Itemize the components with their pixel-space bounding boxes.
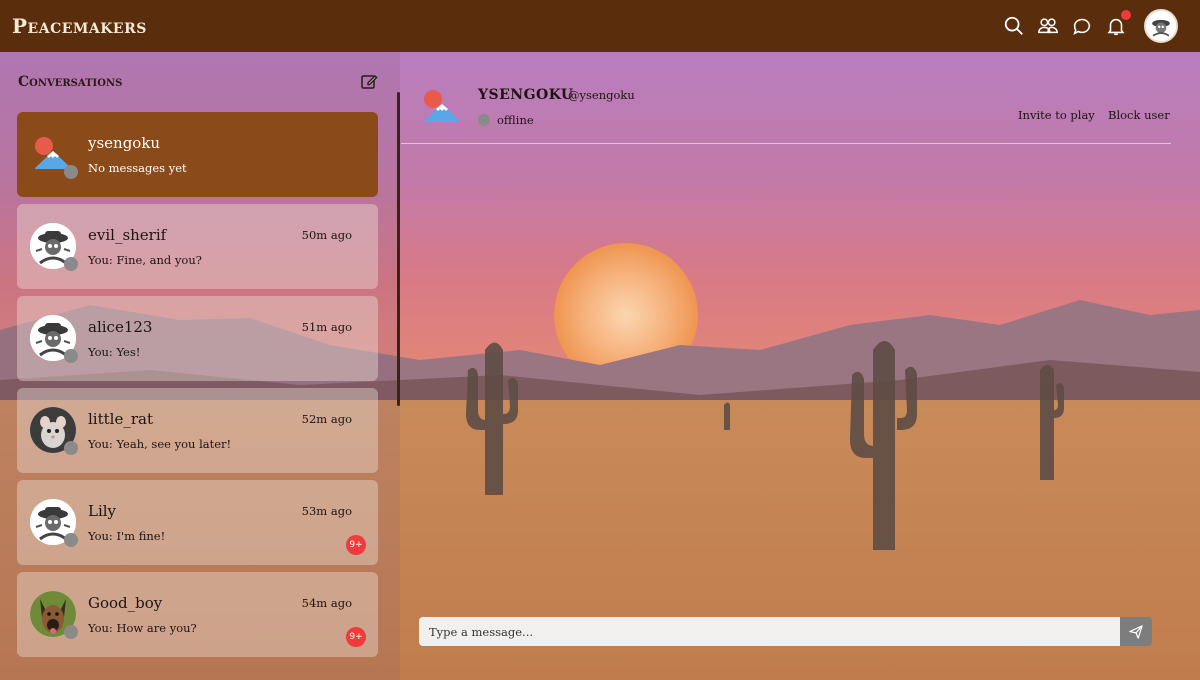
conversation-item[interactable]: Lily 53m ago You: I'm fine! 9+ — [17, 480, 378, 565]
offline-status-dot — [64, 165, 78, 179]
conversation-time: 52m ago — [301, 412, 352, 426]
offline-status-dot — [64, 257, 78, 271]
conversation-item[interactable]: evil_sherif 50m ago You: Fine, and you? — [17, 204, 378, 289]
conversation-name: ysengoku — [88, 134, 161, 152]
avatar — [30, 499, 78, 547]
message-input[interactable] — [419, 617, 1120, 646]
search-icon[interactable] — [1002, 14, 1026, 38]
chat-icon[interactable] — [1070, 14, 1094, 38]
chat-contact-handle: @ysengoku — [568, 88, 635, 102]
block-user-button[interactable]: Block user — [1108, 108, 1170, 122]
conversation-preview: You: Fine, and you? — [88, 253, 202, 267]
conversation-name: alice123 — [88, 318, 153, 336]
conversation-time: 50m ago — [301, 228, 352, 242]
conversation-preview: You: Yes! — [88, 345, 141, 359]
nav-icons — [1002, 9, 1178, 43]
conversation-item[interactable]: alice123 51m ago You: Yes! — [17, 296, 378, 381]
compose-icon[interactable] — [360, 73, 378, 91]
avatar — [30, 131, 78, 179]
chat-contact-status: offline — [497, 113, 534, 127]
notification-badge — [1121, 10, 1131, 20]
send-button[interactable] — [1120, 617, 1152, 646]
top-navbar: Peacemakers — [0, 0, 1200, 52]
user-avatar[interactable] — [1144, 9, 1178, 43]
conversation-name: little_rat — [88, 410, 153, 428]
sidebar-header: Conversations — [17, 70, 378, 94]
app-brand[interactable]: Peacemakers — [12, 14, 147, 38]
conversation-preview: No messages yet — [88, 161, 187, 175]
conversation-item[interactable]: Good_boy 54m ago You: How are you? 9+ — [17, 572, 378, 657]
conversation-name: evil_sherif — [88, 226, 167, 244]
send-icon — [1129, 624, 1143, 639]
conversation-item[interactable]: little_rat 52m ago You: Yeah, see you la… — [17, 388, 378, 473]
conversations-sidebar: Conversations ysengoku No messages yet e… — [0, 52, 400, 680]
sidebar-title: Conversations — [18, 74, 123, 90]
mount-fuji-icon — [423, 90, 461, 122]
conversation-preview: You: How are you? — [88, 621, 197, 635]
friends-icon[interactable] — [1036, 14, 1060, 38]
conversation-preview: You: I'm fine! — [88, 529, 166, 543]
sidebar-scrollbar[interactable] — [397, 92, 400, 406]
bell-icon[interactable] — [1104, 10, 1131, 38]
avatar — [30, 315, 78, 363]
offline-status-dot — [64, 625, 78, 639]
conversation-name: Lily — [88, 502, 117, 520]
conversation-time: 51m ago — [301, 320, 352, 334]
chat-contact-name: YSENGOKU — [478, 87, 574, 103]
offline-status-dot — [64, 349, 78, 363]
offline-status-dot — [64, 441, 78, 455]
invite-to-play-button[interactable]: Invite to play — [1018, 108, 1095, 122]
unread-badge: 9+ — [346, 627, 366, 647]
avatar — [30, 591, 78, 639]
offline-status-dot — [64, 533, 78, 547]
chat-avatar[interactable] — [421, 87, 463, 129]
avatar — [30, 407, 78, 455]
conversation-item[interactable]: ysengoku No messages yet — [17, 112, 378, 197]
conversation-time: 53m ago — [301, 504, 352, 518]
offline-status-dot — [478, 114, 490, 126]
unread-badge: 9+ — [346, 535, 366, 555]
conversation-preview: You: Yeah, see you later! — [88, 437, 232, 451]
avatar — [30, 223, 78, 271]
chat-header: YSENGOKU @ysengoku offline Invite to pla… — [401, 52, 1171, 144]
conversation-time: 54m ago — [301, 596, 352, 610]
conversation-name: Good_boy — [88, 594, 163, 612]
